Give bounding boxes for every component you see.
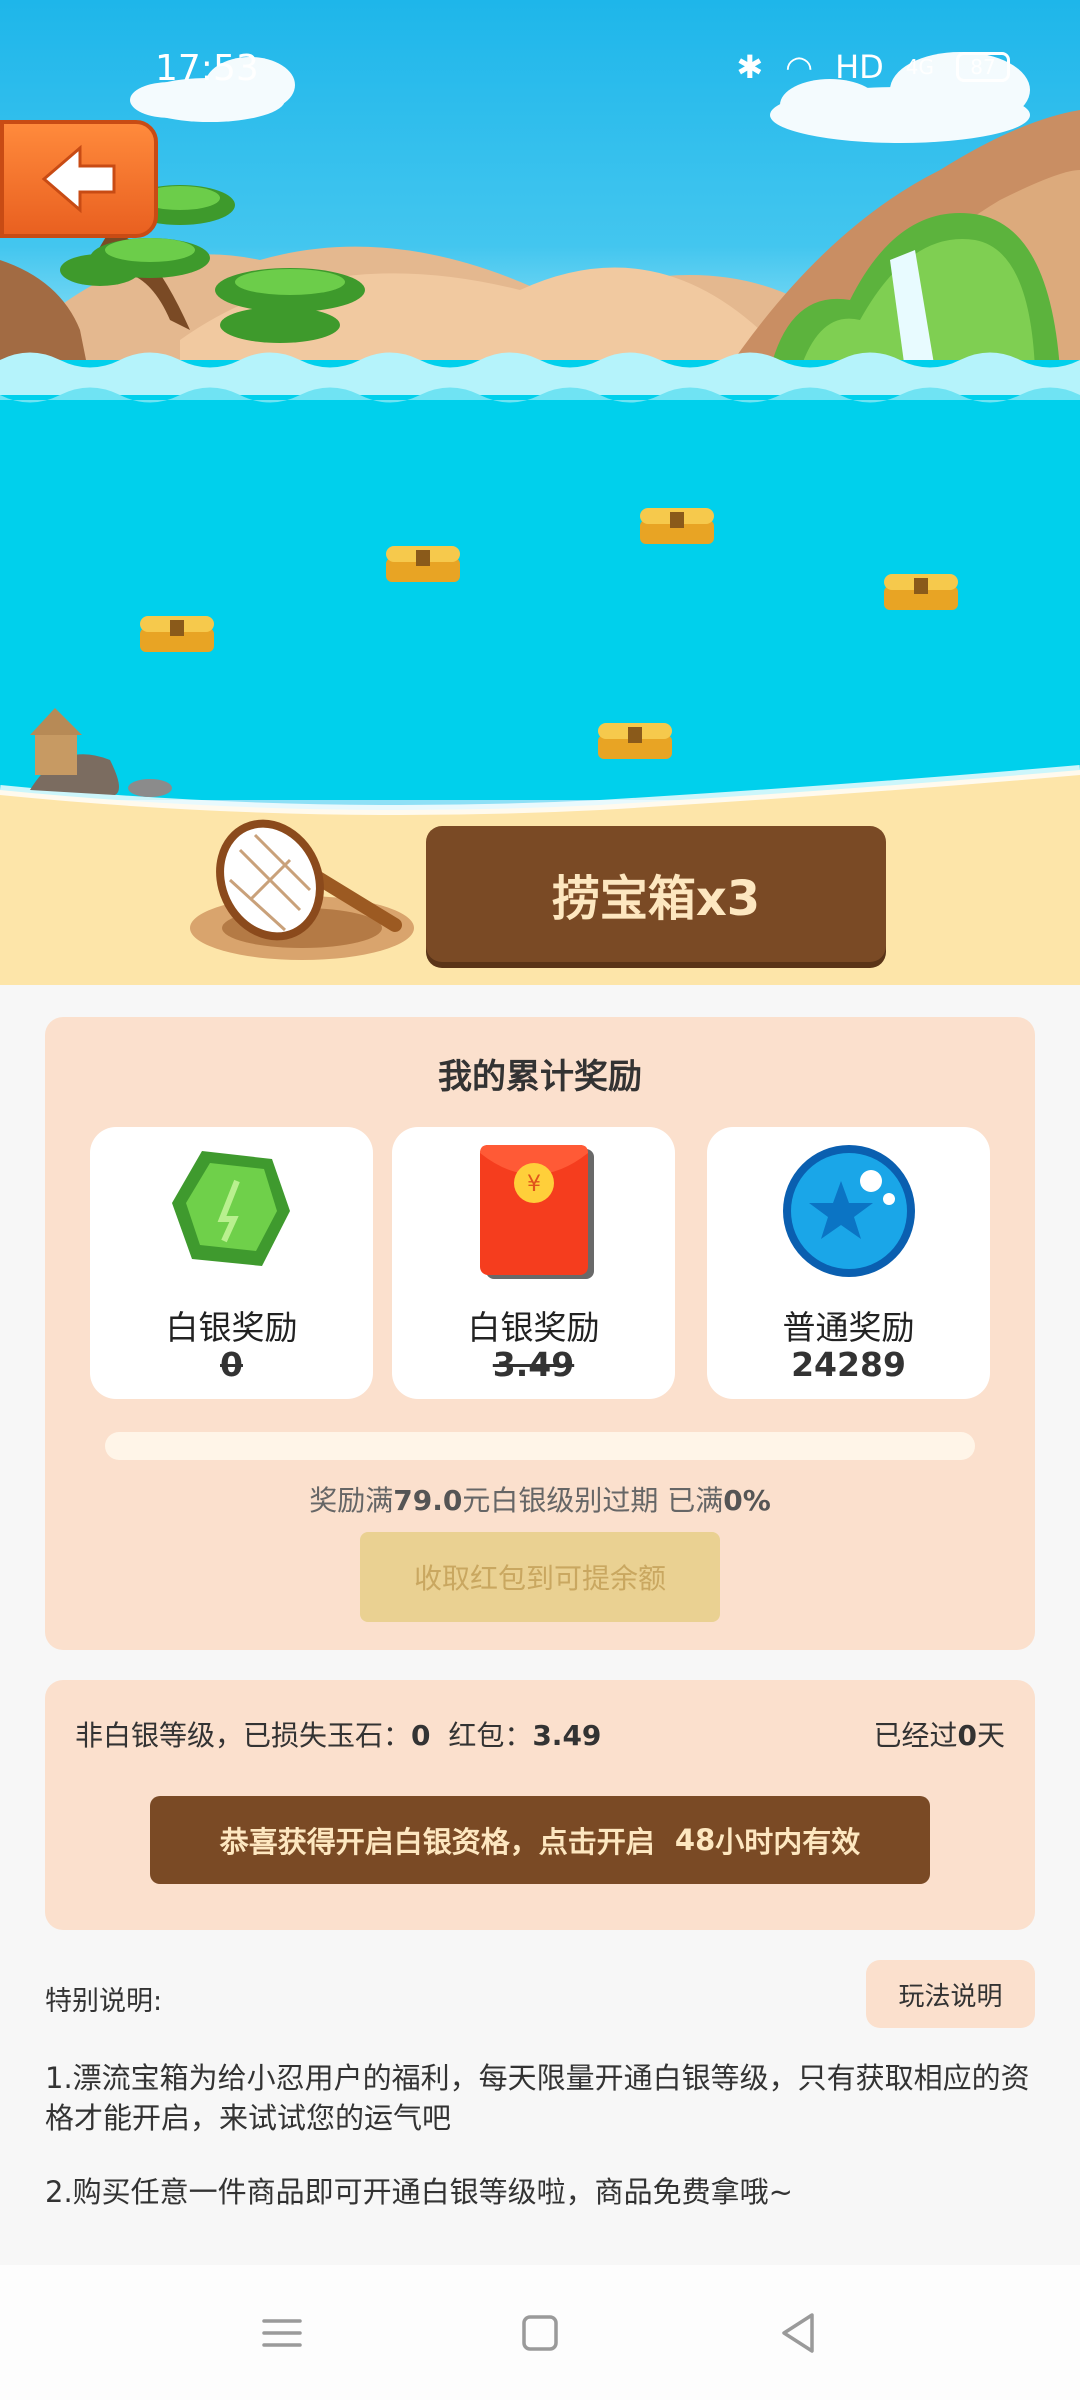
red-envelope-icon: ¥ [479,1145,594,1279]
rule-amount: 79.0 [393,1484,463,1517]
days-value: 0 [957,1719,977,1752]
collect-red-packet-button[interactable]: 收取红包到可提余额 [360,1532,720,1622]
reward-item-red-envelope: ¥ 白银奖励 3.49 [392,1127,675,1399]
reward-item-jade: 白银奖励 0 [90,1127,373,1399]
reward-value: 3.49 [492,1345,575,1384]
rule-percent: 0% [723,1484,771,1517]
open-button-text: 恭喜获得开启白银资格，点击开启 [219,1825,655,1859]
open-button-suffix: 小时内有效 [715,1825,861,1859]
status-bar: 17:53 ✱ ◠ HD 4G 87 [0,0,1080,130]
blue-orb-icon [782,1145,915,1277]
fish-chest-button[interactable]: 捞宝箱x3 [426,826,886,962]
home-icon[interactable] [512,2305,568,2361]
status-time: 17:53 [155,48,259,89]
wifi-icon: ◠ [785,48,814,86]
status-icons: ✱ ◠ HD 4G 87 [736,48,1010,86]
svg-text:¥: ¥ [527,1172,541,1197]
open-button-hours: 48 [674,1823,716,1857]
menu-icon[interactable] [254,2305,310,2361]
reward-rule-text: 奖励满79.0元白银级别过期 已满0% [45,1479,1035,1519]
lost-label: 非白银等级，已损失玉石： [75,1719,412,1752]
rule-middle: 元白银级别过期 已满 [462,1484,724,1517]
rewards-card: 我的累计奖励 白银奖励 0 ¥ 白银奖励 3.49 普通奖励 24289 奖励满… [45,1017,1035,1650]
red-packet-value: 3.49 [532,1719,602,1752]
jade-stone-icon [171,1151,290,1266]
reward-name: 白银奖励 [165,1308,298,1347]
days-suffix: 天 [976,1719,1005,1752]
reward-progress-bar [105,1432,975,1460]
how-to-play-button[interactable]: 玩法说明 [866,1960,1035,2028]
reward-name: 普通奖励 [782,1308,915,1347]
level-status-card: 非白银等级，已损失玉石：0 红包：3.49 已经过0天 恭喜获得开启白银资格，点… [45,1680,1035,1930]
red-packet-label: 红包： [448,1719,533,1752]
back-arrow-icon [41,144,116,214]
open-silver-button[interactable]: 恭喜获得开启白银资格，点击开启 48 小时内有效 [150,1796,930,1884]
lost-value: 0 [411,1719,431,1752]
system-nav-bar [0,2265,1080,2400]
rewards-title: 我的累计奖励 [438,1057,642,1097]
reward-value: 24289 [791,1345,906,1384]
note-2: 2.购买任意一件商品即可开通白银等级啦，商品免费拿哦~ [45,2175,793,2209]
back-button[interactable] [0,120,158,238]
special-notes-label: 特别说明: [45,1986,163,2017]
days-prefix: 已经过 [873,1719,958,1752]
signal-type: 4G [905,55,934,79]
reward-name: 白银奖励 [467,1308,600,1347]
note-1: 1.漂流宝箱为给小忍用户的福利，每天限量开通白银等级，只有获取相应的资格才能开启… [45,2061,1030,2135]
bluetooth-icon: ✱ [736,48,764,86]
lost-jade-line: 非白银等级，已损失玉石：0 红包：3.49 [75,1714,601,1754]
reward-item-blue-orb: 普通奖励 24289 [707,1127,990,1399]
network-type: HD [835,48,884,86]
battery-icon: 87 [956,52,1010,82]
reward-value: 0 [220,1345,243,1384]
back-nav-icon[interactable] [770,2305,826,2361]
rule-prefix: 奖励满 [309,1484,394,1517]
days-elapsed: 已经过0天 [873,1714,1005,1754]
